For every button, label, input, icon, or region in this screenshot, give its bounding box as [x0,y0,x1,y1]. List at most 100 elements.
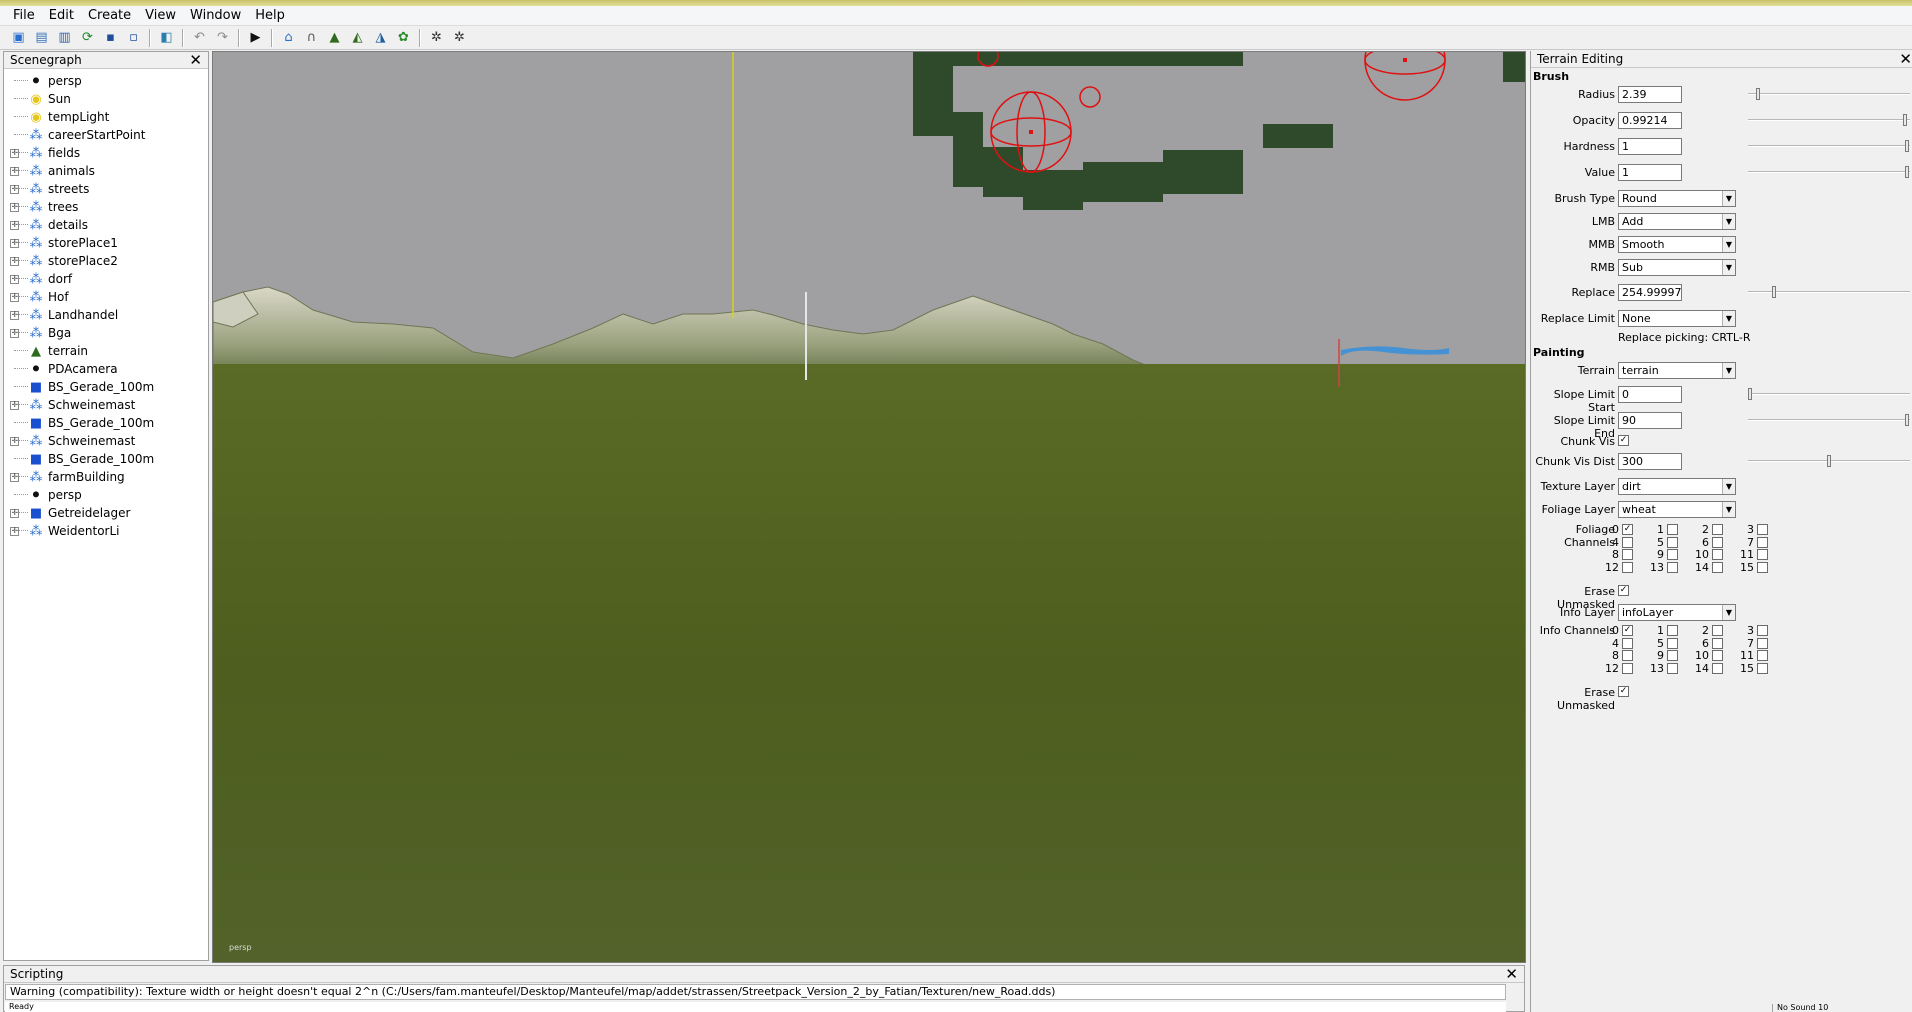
channel-checkbox[interactable] [1667,561,1678,573]
arch-icon[interactable]: ∩ [301,28,322,48]
mmb-select[interactable]: Smooth ▼ [1618,236,1736,253]
erase-unmasked-checkbox[interactable]: ✓ [1618,686,1629,697]
close-icon[interactable]: ✕ [1899,51,1912,68]
menu-file[interactable]: File [6,6,42,26]
terrain-select[interactable]: terrain ▼ [1618,362,1736,379]
chunk-vis-dist-slider[interactable] [1748,455,1910,467]
channel-checkbox[interactable] [1622,561,1633,573]
menu-create[interactable]: Create [81,6,138,26]
rmb-select[interactable]: Sub ▼ [1618,259,1736,276]
open-list-icon[interactable]: ▥ [54,28,75,48]
replace-field[interactable]: 254.99997 [1618,284,1682,301]
settings-gear2-icon[interactable]: ✲ [449,28,470,48]
menu-help[interactable]: Help [248,6,292,26]
save-icon[interactable]: ▪ [100,28,121,48]
info-layer-select[interactable]: infoLayer ▼ [1618,604,1736,621]
scenegraph-item[interactable]: ▲ terrain [4,342,208,360]
channel-checkbox[interactable] [1712,536,1723,548]
menu-view[interactable]: View [138,6,183,26]
scenegraph-item[interactable]: + ⁂ storePlace1 [4,234,208,252]
channel-checkbox[interactable] [1712,625,1723,636]
channel-checkbox[interactable] [1622,650,1633,661]
channel-checkbox[interactable] [1712,524,1723,535]
scenegraph-item[interactable]: + ⁂ WeidentorLi [4,522,208,540]
hardness-slider[interactable] [1748,140,1910,152]
channel-checkbox[interactable] [1667,650,1678,661]
scenegraph-item[interactable]: + ⁂ farmBuilding [4,468,208,486]
chunk-vis-checkbox[interactable]: ✓ [1618,435,1629,446]
channel-checkbox[interactable] [1667,625,1678,636]
scenegraph-item[interactable]: + ⁂ Hof [4,288,208,306]
scenegraph-item[interactable]: + ⁂ fields [4,144,208,162]
channel-checkbox[interactable] [1757,637,1768,649]
scenegraph-item[interactable]: ⁂ careerStartPoint [4,126,208,144]
scenegraph-item[interactable]: + ⁂ storePlace2 [4,252,208,270]
settings-gear-icon[interactable]: ✲ [426,28,447,48]
scenegraph-item[interactable]: + ⁂ Schweinemast [4,432,208,450]
terrain-lower-icon[interactable]: ◭ [347,28,368,48]
new-scene-icon[interactable]: ▣ [8,28,29,48]
menu-window[interactable]: Window [183,6,248,26]
value-field[interactable]: 1 [1618,164,1682,181]
channel-checkbox[interactable] [1757,549,1768,560]
home-icon[interactable]: ⌂ [278,28,299,48]
foliage-icon[interactable]: ✿ [393,28,414,48]
scenegraph-item[interactable]: ◉ tempLight [4,108,208,126]
radius-slider[interactable] [1748,88,1910,100]
scenegraph-item[interactable]: + ⁂ details [4,216,208,234]
menu-edit[interactable]: Edit [42,6,81,26]
scenegraph-item[interactable]: + ⁂ streets [4,180,208,198]
channel-checkbox[interactable] [1622,637,1633,649]
scenegraph-item[interactable]: ◉ Sun [4,90,208,108]
radius-field[interactable]: 2.39 [1618,86,1682,103]
opacity-field[interactable]: 0.99214 [1618,112,1682,129]
foliage-layer-select[interactable]: wheat ▼ [1618,501,1736,518]
channel-checkbox[interactable] [1757,662,1768,674]
scenegraph-item[interactable]: + ⁂ trees [4,198,208,216]
scenegraph-item[interactable]: + ⁂ Schweinemast [4,396,208,414]
play-icon[interactable]: ▶ [245,28,266,48]
channel-checkbox[interactable] [1712,637,1723,649]
channel-checkbox[interactable] [1757,536,1768,548]
replace-limit-select[interactable]: None ▼ [1618,310,1736,327]
channel-checkbox[interactable] [1622,549,1633,560]
viewport-3d[interactable]: persp [212,51,1526,963]
terrain-smooth-icon[interactable]: ◮ [370,28,391,48]
channel-checkbox[interactable] [1757,561,1768,573]
export-icon[interactable]: ◧ [156,28,177,48]
slope-limit-end-field[interactable]: 90 [1618,412,1682,429]
scenegraph-item[interactable]: + ⁂ Landhandel [4,306,208,324]
scenegraph-item[interactable]: ■ BS_Gerade_100m [4,414,208,432]
slope-limit-start-slider[interactable] [1748,388,1910,400]
channel-checkbox[interactable] [1667,549,1678,560]
channel-checkbox[interactable] [1712,561,1723,573]
close-icon[interactable]: ✕ [189,52,202,69]
channel-checkbox[interactable] [1622,662,1633,674]
channel-checkbox[interactable] [1712,650,1723,661]
channel-checkbox[interactable] [1667,662,1678,674]
channel-checkbox[interactable]: ✓ [1622,625,1633,636]
scenegraph-item[interactable]: + ⁂ animals [4,162,208,180]
brush-type-select[interactable]: Round ▼ [1618,190,1736,207]
channel-checkbox[interactable] [1667,637,1678,649]
slope-limit-end-slider[interactable] [1748,414,1910,426]
scenegraph-item[interactable]: + ⁂ Bga [4,324,208,342]
opacity-slider[interactable] [1748,114,1910,126]
channel-checkbox[interactable] [1667,536,1678,548]
channel-checkbox[interactable] [1757,625,1768,636]
terrain-raise-icon[interactable]: ▲ [324,28,345,48]
chunk-vis-dist-field[interactable]: 300 [1618,453,1682,470]
channel-checkbox[interactable] [1712,549,1723,560]
slope-limit-start-field[interactable]: 0 [1618,386,1682,403]
erase-unmasked-checkbox[interactable]: ✓ [1618,585,1629,596]
scenegraph-item[interactable]: ⚫ PDAcamera [4,360,208,378]
redo-icon[interactable]: ↷ [212,28,233,48]
save-as-icon[interactable]: ▫ [123,28,144,48]
scenegraph-item[interactable]: ⚫ persp [4,72,208,90]
replace-slider[interactable] [1748,286,1910,298]
channel-checkbox[interactable] [1757,650,1768,661]
undo-icon[interactable]: ↶ [189,28,210,48]
hardness-field[interactable]: 1 [1618,138,1682,155]
scenegraph-item[interactable]: ■ BS_Gerade_100m [4,450,208,468]
close-icon[interactable]: ✕ [1505,966,1518,983]
